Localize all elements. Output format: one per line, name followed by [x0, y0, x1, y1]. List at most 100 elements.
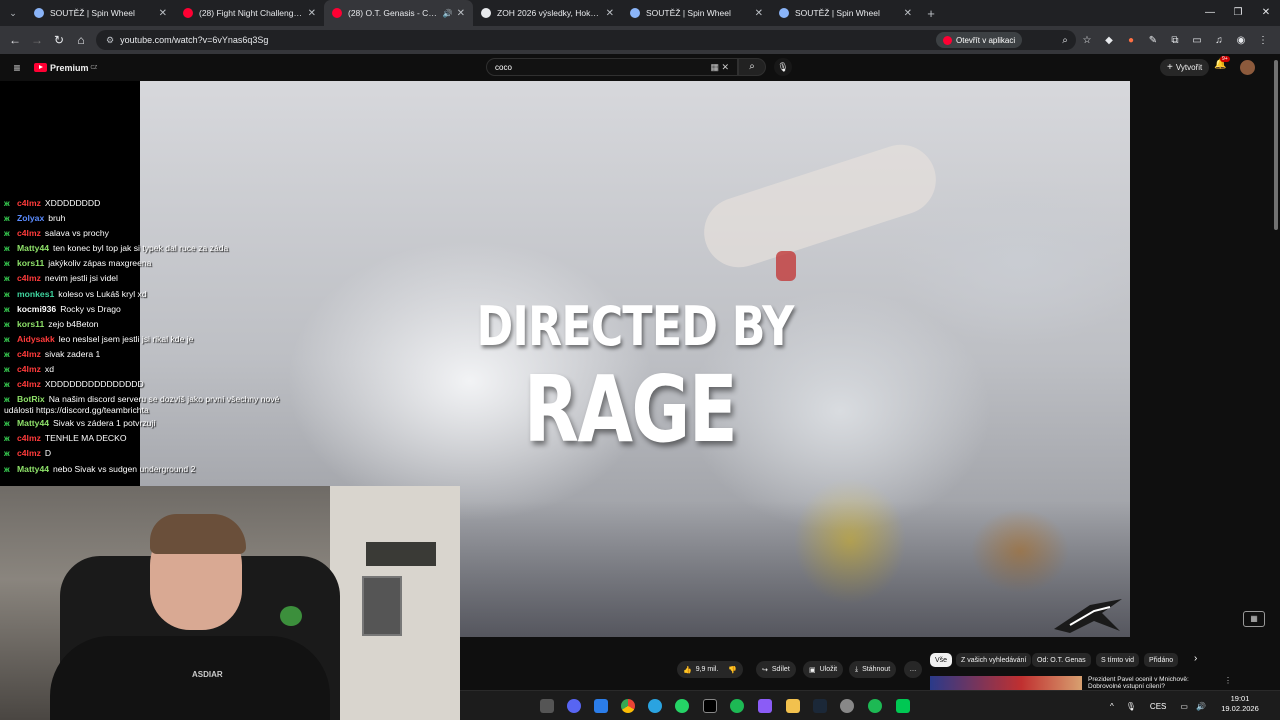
tab-favicon-icon — [481, 8, 491, 18]
settings-icon[interactable] — [840, 699, 854, 713]
twitch-icon[interactable] — [758, 699, 772, 713]
app-icon[interactable] — [594, 699, 608, 713]
notifications-icon[interactable]: 🔔 9+ — [1214, 56, 1230, 70]
chat-username: c4lmz — [17, 348, 41, 359]
tray-arrow-icon[interactable]: ^ — [1110, 702, 1114, 711]
tab-close-icon[interactable]: ✕ — [308, 8, 316, 19]
chat-platform-icon: ж — [4, 349, 10, 359]
more-actions-label: … — [909, 666, 917, 673]
chip-all[interactable]: Vše — [930, 653, 953, 667]
sidebar-icon[interactable]: ▭ — [1186, 35, 1208, 46]
tab-title: SOUTĚŽ | Spin Wheel — [646, 8, 731, 18]
browser-tab[interactable]: SOUTĚŽ | Spin Wheel ✕ — [622, 0, 771, 26]
browser-tab[interactable]: (28) O.T. Genasis - CoCo [O🔊 ✕ — [324, 0, 473, 26]
extension-2-icon[interactable]: ● — [1120, 35, 1142, 46]
discord-icon[interactable] — [567, 699, 581, 713]
scrollbar-thumb[interactable] — [1274, 60, 1278, 230]
taskview-icon[interactable] — [540, 699, 554, 713]
browser-tab[interactable]: ZOH 2026 výsledky, Hokej Svět ✕ — [473, 0, 622, 26]
reload-button[interactable]: ↻ — [48, 33, 70, 47]
chat-text: XDDDDDDDDDDDDDDD — [44, 379, 144, 390]
chip-from-searches[interactable]: Z vašich vyhledávání — [956, 653, 1032, 667]
minimize-button[interactable]: — — [1196, 0, 1224, 26]
keyboard-icon[interactable]: ▦ ✕ — [710, 62, 729, 73]
app-green-icon[interactable] — [730, 699, 744, 713]
avatar[interactable] — [1240, 60, 1255, 75]
tab-search-icon[interactable]: ⌄ — [0, 0, 26, 26]
media-control-icon[interactable]: ♫ — [1208, 35, 1230, 46]
language-indicator[interactable]: CES — [1150, 702, 1166, 711]
browser-menu-icon[interactable]: ⋮ — [1252, 35, 1274, 46]
extension-3-icon[interactable]: ✎ — [1142, 35, 1164, 46]
chat-message: ж Matty44 ten konec byl top jak si typek d… — [4, 241, 304, 256]
plus-icon: + — [1167, 62, 1173, 73]
like-button[interactable]: 👍 9,9 mil. 👎 — [677, 661, 743, 678]
chips-next-icon[interactable]: › — [1194, 653, 1197, 664]
recommendation-menu-icon[interactable]: ⋮ — [1224, 676, 1232, 685]
spotify-icon[interactable] — [868, 699, 882, 713]
browser-tab[interactable]: SOUTĚŽ | Spin Wheel ✕ — [26, 0, 175, 26]
tab-close-icon[interactable]: ✕ — [606, 8, 614, 19]
chip-recent[interactable]: Přidáno — [1144, 653, 1179, 667]
search-button[interactable]: ⌕ — [738, 58, 766, 76]
tray-network-icon[interactable]: ▭ — [1180, 702, 1188, 711]
chat-platform-icon: ж — [4, 214, 10, 224]
chip-from-channel[interactable]: Od: O.T. Genas — [1032, 653, 1091, 667]
taskbar-clock[interactable]: 19:01 19.02.2026 — [1212, 694, 1268, 714]
open-in-app-button[interactable]: Otevřít v aplikaci — [936, 32, 1023, 48]
mini-player-icon[interactable]: ▦ — [1243, 611, 1265, 627]
dislike-icon[interactable]: 👎 — [728, 666, 737, 674]
obs-icon[interactable] — [896, 699, 910, 713]
whatsapp-icon[interactable] — [675, 699, 689, 713]
steam-icon[interactable] — [813, 699, 827, 713]
new-tab-button[interactable]: + — [920, 6, 942, 21]
profile-icon[interactable]: ◉ — [1230, 35, 1252, 46]
tray-volume-icon[interactable]: 🔊 — [1196, 702, 1206, 711]
zoom-icon[interactable]: ⌕ — [1054, 35, 1076, 46]
share-button[interactable]: ↪ Sdílet — [756, 661, 796, 678]
extension-1-icon[interactable]: ◆ — [1098, 35, 1120, 46]
search-input[interactable]: coco ▦ ✕ — [486, 58, 738, 76]
video-frame-detail — [695, 135, 945, 277]
back-button[interactable]: ← — [4, 33, 26, 47]
telegram-icon[interactable] — [648, 699, 662, 713]
site-info-icon[interactable]: ⚙ — [106, 35, 114, 46]
tab-audio-icon[interactable]: 🔊 — [443, 9, 453, 18]
share-label: Sdílet — [771, 666, 790, 673]
forward-button[interactable]: → — [26, 33, 48, 47]
extensions-puzzle-icon[interactable]: ⧉ — [1164, 35, 1186, 46]
chrome-icon[interactable] — [621, 699, 635, 713]
tab-close-icon[interactable]: ✕ — [904, 8, 912, 19]
chat-platform-icon: ж — [4, 259, 10, 269]
chip-label: Vše — [935, 656, 948, 664]
tray-mic-icon[interactable]: 🎙 — [1126, 702, 1136, 711]
bookmark-star-icon[interactable]: ☆ — [1076, 35, 1098, 46]
close-window-button[interactable]: ✕ — [1252, 0, 1280, 26]
chat-message: ж kocmi936 Rocky vs Drago — [4, 302, 304, 317]
x-icon[interactable] — [703, 699, 717, 713]
save-icon: ▣ — [809, 666, 816, 674]
save-button[interactable]: ▣ Uložit — [803, 661, 844, 678]
browser-tab[interactable]: (28) Fight Night Challenge POP ✕ — [175, 0, 324, 26]
home-button[interactable]: ⌂ — [70, 33, 92, 47]
tab-close-icon[interactable]: ✕ — [159, 8, 167, 19]
file-explorer-icon[interactable] — [786, 699, 800, 713]
tab-close-icon[interactable]: ✕ — [755, 8, 763, 19]
tab-close-icon[interactable]: ✕ — [457, 8, 465, 19]
chat-platform-icon: ж — [4, 395, 10, 405]
more-actions-button[interactable]: … — [904, 661, 922, 678]
create-button[interactable]: + Vytvořit — [1160, 59, 1210, 76]
page-scrollbar[interactable] — [1272, 54, 1280, 694]
address-bar[interactable]: ⚙ youtube.com/watch?v=6vYnas6q3Sg — [96, 30, 1076, 50]
maximize-button[interactable]: ❐ — [1224, 0, 1252, 26]
browser-tab[interactable]: SOUTĚŽ | Spin Wheel ✕ — [771, 0, 920, 26]
shirt-logo: ASDIAR — [192, 670, 223, 679]
voice-search-icon[interactable]: 🎙 — [774, 58, 792, 76]
guide-menu-icon[interactable]: ≡ — [0, 61, 34, 75]
youtube-logo[interactable]: Premium CZ — [34, 63, 97, 73]
recommendation-item[interactable]: Prezident Pavel ocenil v Mnichově: Dobro… — [930, 676, 1270, 690]
chat-text: XDDDDDDDD — [44, 198, 101, 208]
download-button[interactable]: ⤓ Stáhnout — [849, 661, 897, 678]
webcam-shelf — [366, 542, 436, 566]
chip-related[interactable]: S tímto vid — [1096, 653, 1140, 667]
